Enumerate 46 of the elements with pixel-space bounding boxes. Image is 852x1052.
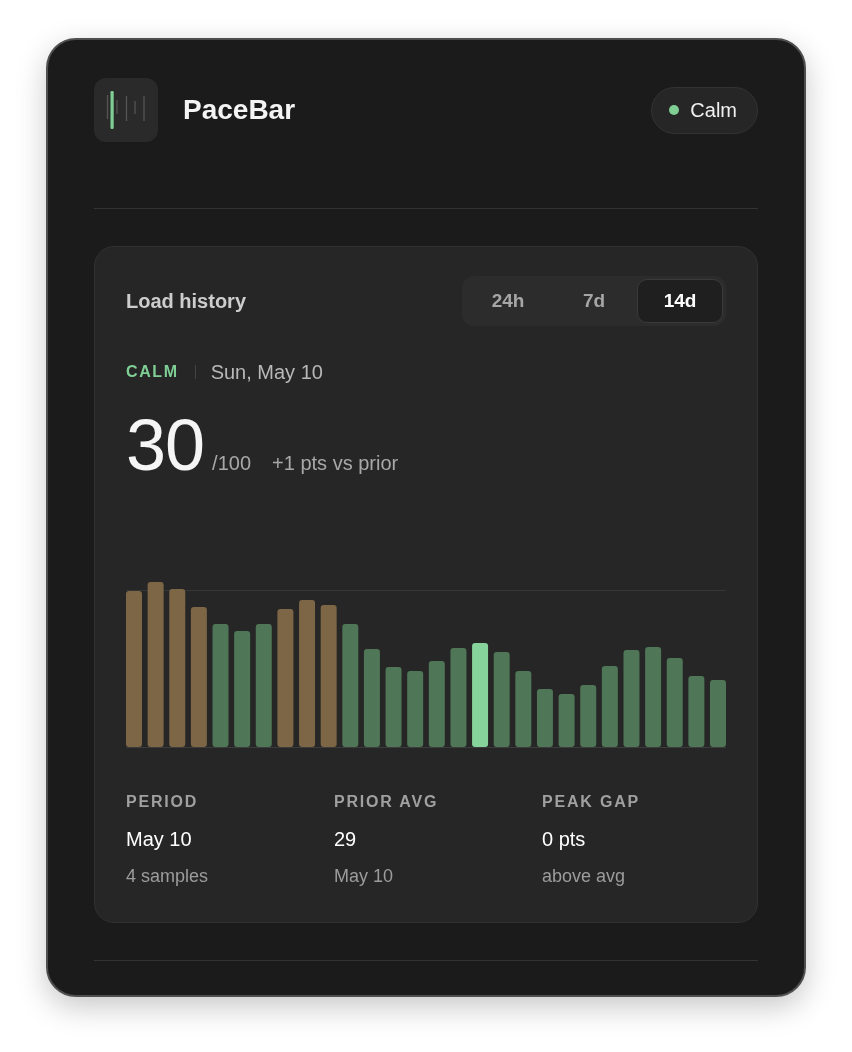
range-tab[interactable]: 14d: [637, 279, 723, 323]
chart-bar[interactable]: [342, 624, 359, 747]
chart-bar[interactable]: [428, 661, 445, 747]
stat-value: 29: [334, 827, 358, 851]
range-tab[interactable]: 24h: [465, 279, 551, 323]
stat-label: PERIOD: [126, 792, 200, 812]
chart-bar[interactable]: [169, 589, 186, 747]
chart-bar[interactable]: [450, 648, 467, 747]
chart-bar[interactable]: [320, 605, 337, 747]
chart-bar[interactable]: [536, 689, 553, 747]
selected-chart-bar[interactable]: [472, 643, 489, 747]
stat-label: PRIOR AVG: [334, 792, 440, 812]
card-title: Load history: [126, 289, 246, 313]
date-label: Sun, May 10: [210, 360, 323, 384]
stat-value: 0 pts: [542, 827, 587, 851]
chart-bar[interactable]: [688, 676, 705, 747]
score-delta: +1 pts vs prior: [272, 452, 399, 475]
chart-bar[interactable]: [212, 624, 229, 747]
state-label: CALM: [126, 363, 179, 381]
stat-label: PEAK GAP: [542, 792, 641, 812]
chart-bar[interactable]: [299, 600, 316, 747]
chart-bar[interactable]: [645, 647, 662, 747]
status-label: Calm: [690, 98, 737, 122]
app-title: PaceBar: [183, 94, 297, 126]
chart-bar[interactable]: [623, 650, 640, 747]
chart-bar[interactable]: [363, 649, 380, 747]
chart-bar[interactable]: [385, 667, 402, 747]
stat-note: May 10: [334, 865, 395, 887]
stat-value: May 10: [126, 827, 193, 851]
bars-logo-icon: [94, 78, 158, 142]
score-scale: /100: [212, 452, 252, 475]
chart-bar[interactable]: [255, 624, 272, 747]
chart-bar[interactable]: [580, 685, 597, 747]
chart-bar[interactable]: [601, 666, 618, 747]
chart-bar[interactable]: [407, 671, 424, 747]
chart-bar[interactable]: [558, 694, 575, 747]
stat-note: 4 samples: [126, 865, 210, 887]
score-value: 30: [126, 409, 205, 481]
chart-bar[interactable]: [515, 671, 532, 747]
chart-bar[interactable]: [277, 609, 294, 747]
range-tab[interactable]: 7d: [551, 279, 637, 323]
chart-bar[interactable]: [147, 582, 164, 747]
stat-note: above avg: [542, 865, 627, 887]
chart-bar[interactable]: [190, 607, 207, 747]
chart-bar[interactable]: [234, 631, 251, 747]
chart-bar[interactable]: [666, 658, 683, 747]
